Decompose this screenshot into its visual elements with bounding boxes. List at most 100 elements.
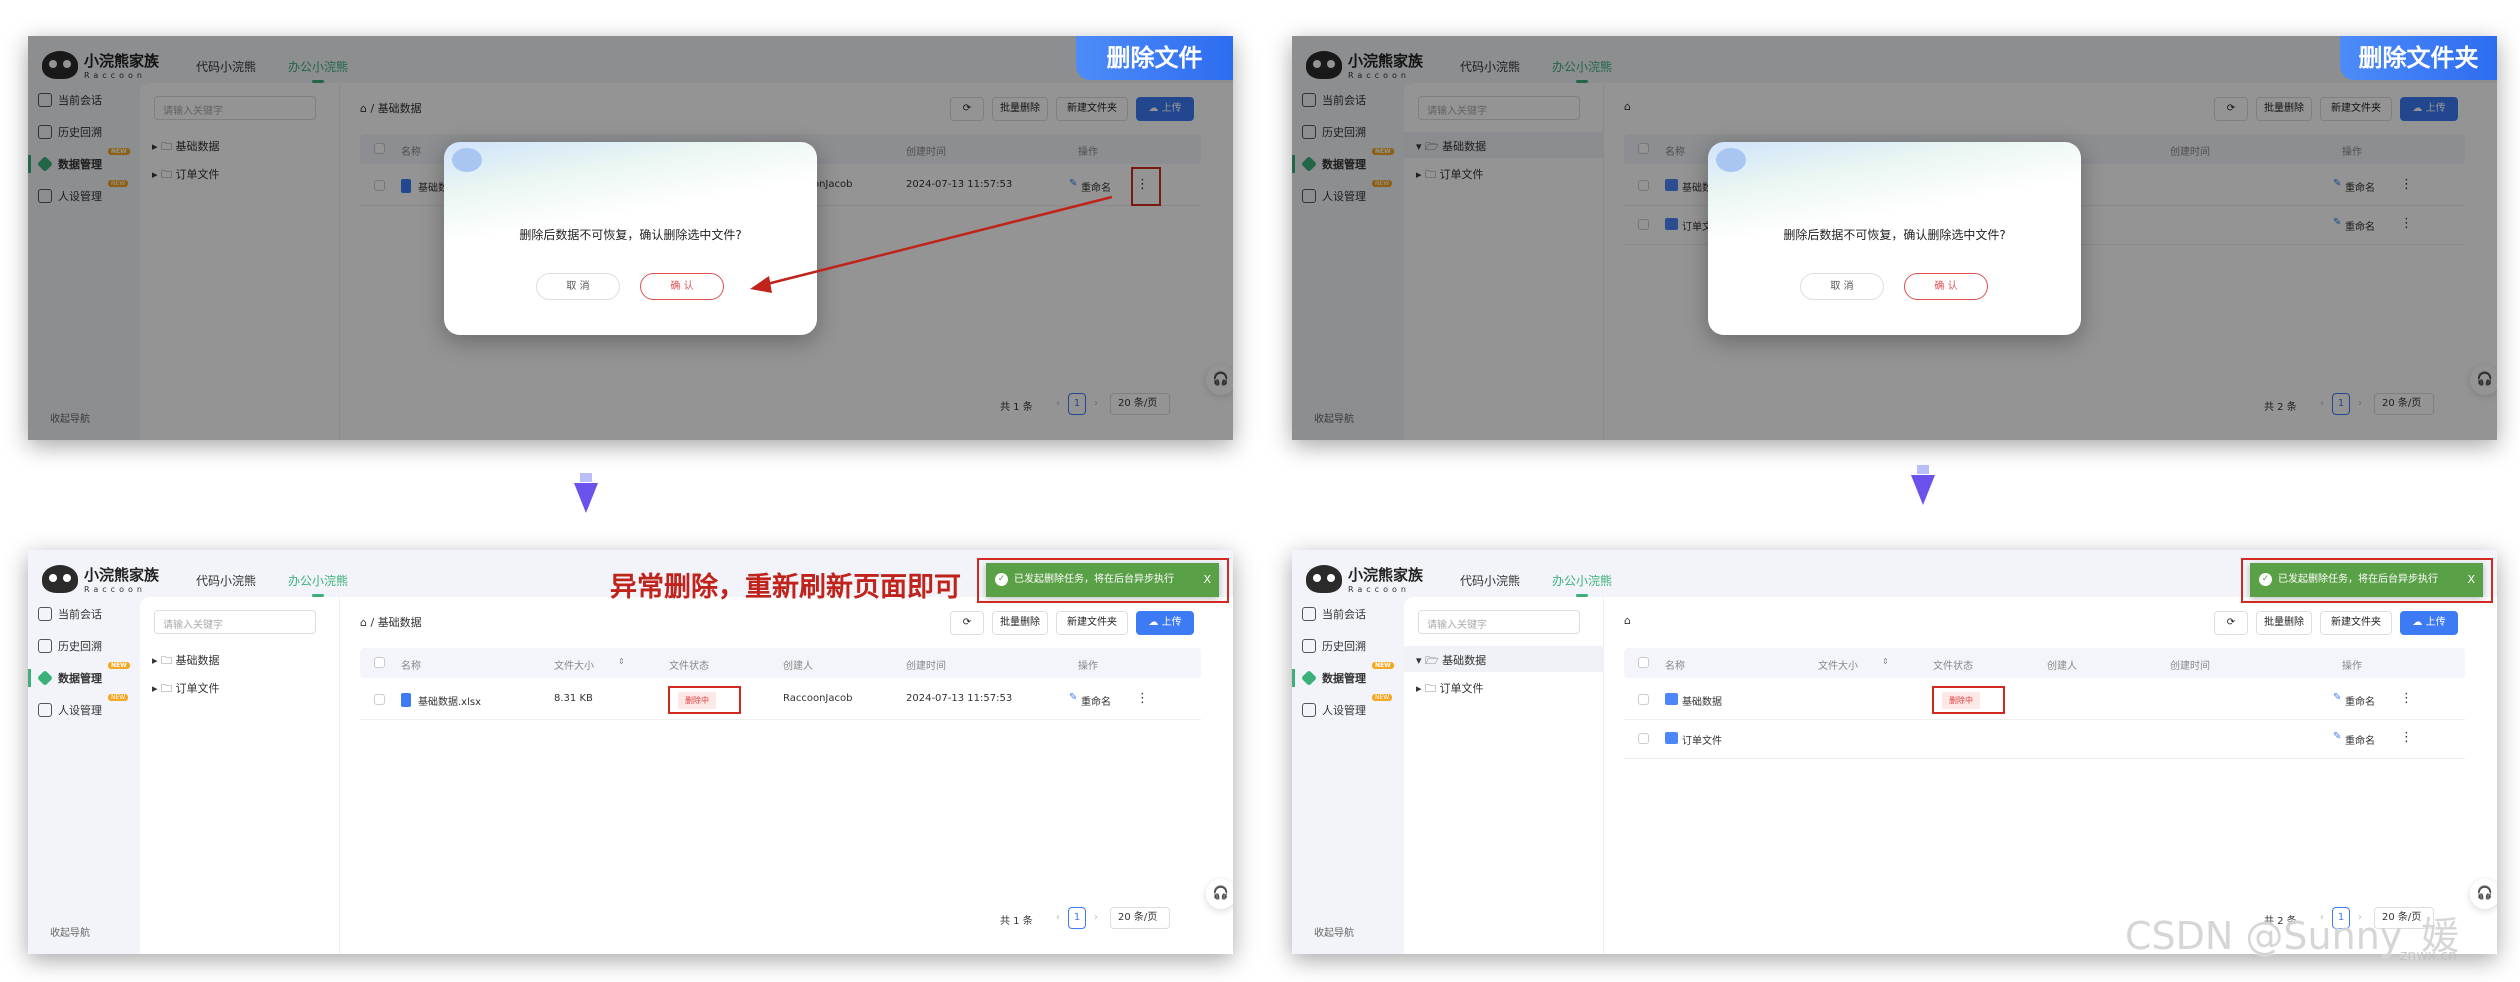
more-actions-icon[interactable]: ⋮ <box>2400 691 2413 706</box>
tree-item-label: 基础数据 <box>175 654 220 667</box>
more-actions-icon[interactable]: ⋮ <box>1136 691 1149 706</box>
tree-item[interactable]: ▸ 🗀 订单文件 <box>140 674 340 700</box>
tree-item[interactable]: ▸ 🗀 基础数据 <box>140 646 340 672</box>
file-name[interactable]: 基础数据.xlsx <box>418 693 481 708</box>
breadcrumb-current: 基础数据 <box>377 616 422 629</box>
top-tab[interactable]: 办公小浣熊 <box>1552 572 1612 597</box>
edit-icon[interactable]: ✎ <box>2333 692 2341 703</box>
brand-logo[interactable]: 小浣熊家族 Raccoon <box>42 564 159 594</box>
person-icon <box>1302 703 1316 717</box>
home-icon[interactable]: ⌂ <box>1624 614 1631 627</box>
rename-button[interactable]: 重命名 <box>2345 693 2375 708</box>
row-checkbox[interactable] <box>1638 694 1649 705</box>
annotation-arrow <box>750 195 1113 293</box>
refresh-button[interactable]: ⟳ <box>2214 611 2248 635</box>
layers-icon <box>37 670 53 686</box>
sidebar-item[interactable]: 数据管理 NEW <box>1301 662 1394 686</box>
prev-page-button[interactable]: ‹ <box>1056 912 1060 923</box>
raccoon-logo-icon <box>42 565 78 593</box>
screenshot-panel-delete-folder-confirm: 小浣熊家族 Raccoon 代码小浣熊 办公小浣熊 当前会话 历史回溯 数据管理 NEW 人设管… <box>1292 36 2497 440</box>
page-size-select[interactable]: 20 条/页 <box>1110 907 1170 929</box>
support-headset-icon[interactable]: 🎧 <box>1206 879 1233 909</box>
collapse-nav-button[interactable]: 收起导航 <box>50 924 90 939</box>
created-time: 2024-07-13 11:57:53 <box>906 693 1013 704</box>
tree-item[interactable]: ▸ 🗀 订单文件 <box>1404 674 1604 700</box>
highlight-box <box>1932 686 2005 714</box>
sidebar-item-label: 数据管理 <box>1322 672 1366 685</box>
rename-button[interactable]: 重命名 <box>2345 732 2375 747</box>
brand-logo[interactable]: 小浣熊家族 Raccoon <box>1306 564 1423 594</box>
column-header[interactable]: 文件大小 <box>1818 657 1858 672</box>
batch-delete-button[interactable]: 批量删除 <box>992 611 1048 635</box>
sidebar-item-label: 历史回溯 <box>1322 640 1366 653</box>
confirm-button[interactable]: 确 认 <box>1904 273 1988 300</box>
sidebar-item[interactable]: 历史回溯 <box>38 638 102 654</box>
new-folder-button[interactable]: 新建文件夹 <box>2320 611 2392 635</box>
screenshot-panel-delete-file-confirm: 小浣熊家族 Raccoon 代码小浣熊 办公小浣熊 当前会话 历史回溯 数据管理 NEW 人设管… <box>28 36 1233 440</box>
row-checkbox[interactable] <box>1638 733 1649 744</box>
search-input[interactable]: 请输入关键字 <box>1418 610 1580 634</box>
step-title-tag: 删除文件夹 <box>2340 36 2497 80</box>
home-icon[interactable]: ⌂ <box>360 616 367 629</box>
column-header: 名称 <box>1665 661 1685 672</box>
cancel-button[interactable]: 取 消 <box>1800 273 1884 300</box>
sidebar-item[interactable]: 当前会话 <box>1302 606 1366 622</box>
refresh-button[interactable]: ⟳ <box>950 611 984 635</box>
top-tab[interactable]: 办公小浣熊 <box>288 572 348 597</box>
highlight-box <box>668 686 741 714</box>
file-name[interactable]: 基础数据 <box>1682 693 1722 708</box>
file-name[interactable]: 订单文件 <box>1682 732 1722 747</box>
new-folder-button[interactable]: 新建文件夹 <box>1056 611 1128 635</box>
next-page-button[interactable]: › <box>1094 912 1098 923</box>
upload-button[interactable]: ☁ 上传 <box>1136 611 1194 635</box>
top-tab[interactable]: 代码小浣熊 <box>196 572 256 589</box>
sidebar-item[interactable]: 数据管理 NEW <box>37 662 130 686</box>
brand-name: 小浣熊家族 <box>84 566 160 584</box>
raccoon-logo-icon <box>1306 565 1342 593</box>
table-header <box>1624 648 2465 678</box>
more-actions-icon[interactable]: ⋮ <box>2400 730 2413 745</box>
screenshot-panel-delete-folder-result: 小浣熊家族 Raccoon 代码小浣熊 办公小浣熊当前会话历史回溯数据管理 NEW 人设管… <box>1292 550 2497 954</box>
row-divider <box>360 719 1201 720</box>
sidebar-active-indicator <box>1292 669 1295 687</box>
sidebar-item-label: 当前会话 <box>58 608 102 621</box>
collapse-nav-button[interactable]: 收起导航 <box>1314 924 1354 939</box>
row-divider <box>1624 758 2465 759</box>
folder-icon <box>1665 732 1678 744</box>
select-all-checkbox[interactable] <box>1638 657 1649 668</box>
breadcrumb: ⌂ <box>1624 614 1631 627</box>
row-checkbox[interactable] <box>374 694 385 705</box>
upload-label: 上传 <box>1161 617 1182 628</box>
sidebar-item-label: 数据管理 <box>58 672 102 685</box>
new-badge: NEW <box>108 694 129 701</box>
step-arrow-down-icon <box>574 473 598 513</box>
dialog-message: 删除后数据不可恢复，确认删除选中文件? <box>1783 228 2006 242</box>
column-header[interactable]: 文件大小 <box>554 657 594 672</box>
sort-icon[interactable]: ⇕ <box>618 657 625 666</box>
sidebar-item[interactable]: 人设管理 NEW <box>1302 694 1393 718</box>
search-input[interactable]: 请输入关键字 <box>154 610 316 634</box>
brand-subtitle: Raccoon <box>1348 585 1410 594</box>
tree-item-label: 订单文件 <box>175 682 220 695</box>
sidebar-item[interactable]: 历史回溯 <box>1302 638 1366 654</box>
rename-button[interactable]: 重命名 <box>1081 693 1111 708</box>
edit-icon[interactable]: ✎ <box>1069 692 1077 703</box>
tree-item-label: 基础数据 <box>1442 654 1487 667</box>
page-1-button[interactable]: 1 <box>1068 907 1086 929</box>
sort-icon[interactable]: ⇕ <box>1882 657 1889 666</box>
new-badge: NEW <box>108 662 130 669</box>
tree-item[interactable]: ▾ 🗁 基础数据 <box>1404 646 1604 672</box>
column-header: 文件状态 <box>1933 661 1973 672</box>
sidebar-item[interactable]: 人设管理 NEW <box>38 694 129 718</box>
select-all-checkbox[interactable] <box>374 657 385 668</box>
chat-icon <box>38 607 52 621</box>
sidebar-item[interactable]: 当前会话 <box>38 606 102 622</box>
support-headset-icon[interactable]: 🎧 <box>2470 879 2497 909</box>
new-badge: NEW <box>1372 662 1394 669</box>
confirm-delete-dialog: 删除后数据不可恢复，确认删除选中文件? 取 消确 认 <box>1708 142 2081 335</box>
top-tab[interactable]: 代码小浣熊 <box>1460 572 1520 589</box>
upload-button[interactable]: ☁ 上传 <box>2400 611 2458 635</box>
batch-delete-button[interactable]: 批量删除 <box>2256 611 2312 635</box>
edit-icon[interactable]: ✎ <box>2333 731 2341 742</box>
breadcrumb: ⌂ / 基础数据 <box>360 616 422 629</box>
